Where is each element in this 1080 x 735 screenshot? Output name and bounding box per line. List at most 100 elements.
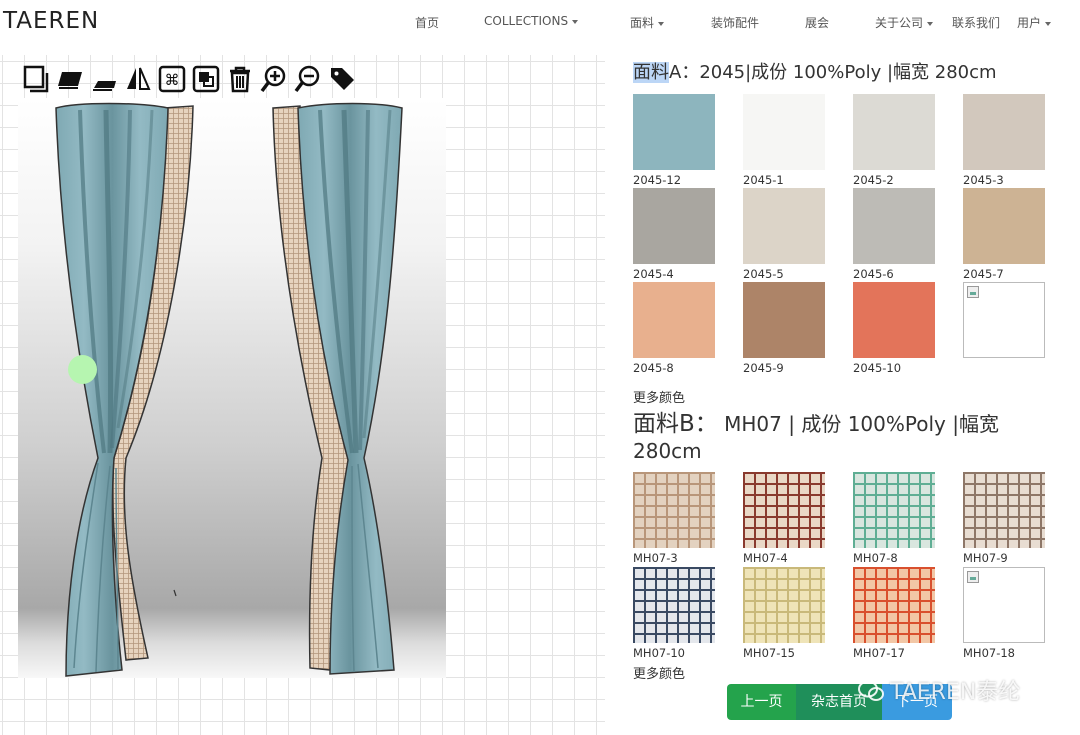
swatch-chip <box>633 282 715 358</box>
fabric-swatch[interactable]: MH07-3 <box>633 472 715 565</box>
swatch-code: MH07-18 <box>963 646 1015 660</box>
swatch-chip <box>633 188 715 264</box>
copy-icon[interactable] <box>22 64 50 94</box>
nav-user-label: 用户 <box>1017 16 1042 30</box>
swatch-chip <box>743 188 825 264</box>
fabric-a-swatches: 2045-12 2045-1 2045-2 2045-3 2045-4 2045-5 204… <box>633 94 1080 394</box>
fabric-a-more-colors[interactable]: 更多颜色 <box>633 387 685 406</box>
swatch-code: MH07-4 <box>743 551 788 565</box>
swatch-code: MH07-3 <box>633 551 678 565</box>
fabric-swatch[interactable]: 2045-6 <box>853 188 935 281</box>
prev-page-button[interactable]: 上一页 <box>727 684 796 720</box>
watermark: TAEREN泰纶 <box>858 674 1020 706</box>
fabric-swatch[interactable]: 2045-7 <box>963 188 1045 281</box>
cursor-mark <box>173 589 177 597</box>
right-curtain[interactable] <box>272 102 403 675</box>
swatch-code: 2045-12 <box>633 173 682 187</box>
fabric-swatch[interactable] <box>963 282 1045 358</box>
nav-contact[interactable]: 联系我们 <box>952 14 1000 31</box>
nav-home[interactable]: 首页 <box>415 14 439 31</box>
swatch-chip <box>963 188 1045 264</box>
watermark-text: TAEREN泰纶 <box>890 680 1021 705</box>
fabric-swatch[interactable]: 2045-3 <box>963 94 1045 187</box>
fabric-b-more-colors[interactable]: 更多颜色 <box>633 663 685 682</box>
swatch-code: 2045-3 <box>963 173 1004 187</box>
nav-fabrics[interactable]: 面料 <box>630 14 665 31</box>
fabric-swatch[interactable]: 2045-8 <box>633 282 715 375</box>
swatch-code: MH07-10 <box>633 646 685 660</box>
chevron-down-icon <box>927 21 934 26</box>
fabric-swatch[interactable]: MH07-15 <box>743 567 825 660</box>
swatch-chip <box>853 282 935 358</box>
fabric-b-swatches: MH07-3 MH07-4 MH07-8 MH07-9 MH07-10 MH07-15 MH… <box>633 472 1053 672</box>
swatch-chip <box>633 472 715 548</box>
swatch-chip <box>743 472 825 548</box>
swatch-code: 2045-7 <box>963 267 1004 281</box>
curtain-preview[interactable] <box>18 98 446 678</box>
command-icon[interactable]: ⌘ <box>158 64 186 94</box>
layer-icon[interactable] <box>56 64 84 94</box>
broken-image-icon <box>967 571 979 583</box>
zoom-in-icon[interactable] <box>260 64 288 94</box>
fabric-swatch[interactable]: MH07-9 <box>963 472 1045 565</box>
top-navbar: TAEREN 首页 COLLECTIONS 面料 装饰配件 展会 关于公司 联系… <box>0 0 1080 42</box>
fabric-swatch[interactable]: MH07-10 <box>633 567 715 660</box>
fabric-swatch[interactable]: MH07-4 <box>743 472 825 565</box>
nav-accessories[interactable]: 装饰配件 <box>711 14 759 31</box>
swatch-code: MH07-17 <box>853 646 905 660</box>
swatch-placeholder <box>963 282 1045 358</box>
nav-exhibition[interactable]: 展会 <box>805 14 829 31</box>
swatch-code: 2045-9 <box>743 361 784 375</box>
chevron-down-icon <box>572 19 579 24</box>
fabric-swatch[interactable]: 2045-2 <box>853 94 935 187</box>
fabric-swatch[interactable]: 2045-4 <box>633 188 715 281</box>
chevron-down-icon <box>1045 21 1052 26</box>
swatch-chip <box>853 188 935 264</box>
swatch-code: 2045-2 <box>853 173 894 187</box>
swatch-code: 2045-10 <box>853 361 902 375</box>
swatch-chip <box>963 472 1045 548</box>
drag-handle[interactable] <box>68 355 97 384</box>
swatch-code: MH07-15 <box>743 646 795 660</box>
trash-icon[interactable] <box>226 64 254 94</box>
fabric-swatch[interactable]: MH07-17 <box>853 567 935 660</box>
fabric-b-title: 面料B： MH07 | 成份 100%Poly |幅宽 280cm <box>633 411 1033 465</box>
brand-logo[interactable]: TAEREN <box>3 8 99 34</box>
svg-text:⌘: ⌘ <box>165 71 180 89</box>
fabric-swatch[interactable]: 2045-10 <box>853 282 935 375</box>
nav-about-label: 关于公司 <box>875 16 924 30</box>
swatch-code: 2045-1 <box>743 173 784 187</box>
fabric-b-width: 280cm <box>633 439 702 463</box>
swatch-placeholder <box>963 567 1045 643</box>
nav-about[interactable]: 关于公司 <box>875 14 934 31</box>
fabric-a-label: 面料 <box>633 62 669 83</box>
swatch-chip <box>853 567 935 643</box>
group-icon[interactable] <box>192 64 220 94</box>
tag-icon[interactable] <box>328 64 356 94</box>
nav-collections[interactable]: COLLECTIONS <box>484 14 579 28</box>
swatch-code: MH07-8 <box>853 551 898 565</box>
swatch-chip <box>743 282 825 358</box>
swatch-code: 2045-6 <box>853 267 894 281</box>
fabric-swatch[interactable]: 2045-5 <box>743 188 825 281</box>
swatch-chip <box>853 472 935 548</box>
swatch-code: 2045-4 <box>633 267 674 281</box>
swatch-chip <box>963 94 1045 170</box>
fabric-a-title: 面料A：2045|成份 100%Poly |幅宽 280cm <box>633 60 1080 86</box>
fabric-swatch[interactable]: MH07-8 <box>853 472 935 565</box>
nav-fabrics-label: 面料 <box>630 16 655 30</box>
nav-collections-label: COLLECTIONS <box>484 14 569 28</box>
fabric-swatch[interactable]: MH07-18 <box>963 567 1045 660</box>
nav-user[interactable]: 用户 <box>1017 14 1052 31</box>
left-curtain[interactable] <box>55 102 194 677</box>
fabric-b-label: 面料B： <box>633 411 718 437</box>
underlay-icon[interactable] <box>90 64 118 94</box>
flip-icon[interactable] <box>124 64 152 94</box>
fabric-swatch[interactable]: 2045-9 <box>743 282 825 375</box>
fabric-panel: 面料A：2045|成份 100%Poly |幅宽 280cm 2045-12 20… <box>633 60 1080 682</box>
zoom-out-icon[interactable] <box>294 64 322 94</box>
fabric-swatch[interactable]: 2045-12 <box>633 94 715 187</box>
fabric-swatch[interactable]: 2045-1 <box>743 94 825 187</box>
swatch-chip <box>633 94 715 170</box>
fabric-a-spec: A：2045|成份 100%Poly |幅宽 280cm <box>669 62 997 83</box>
